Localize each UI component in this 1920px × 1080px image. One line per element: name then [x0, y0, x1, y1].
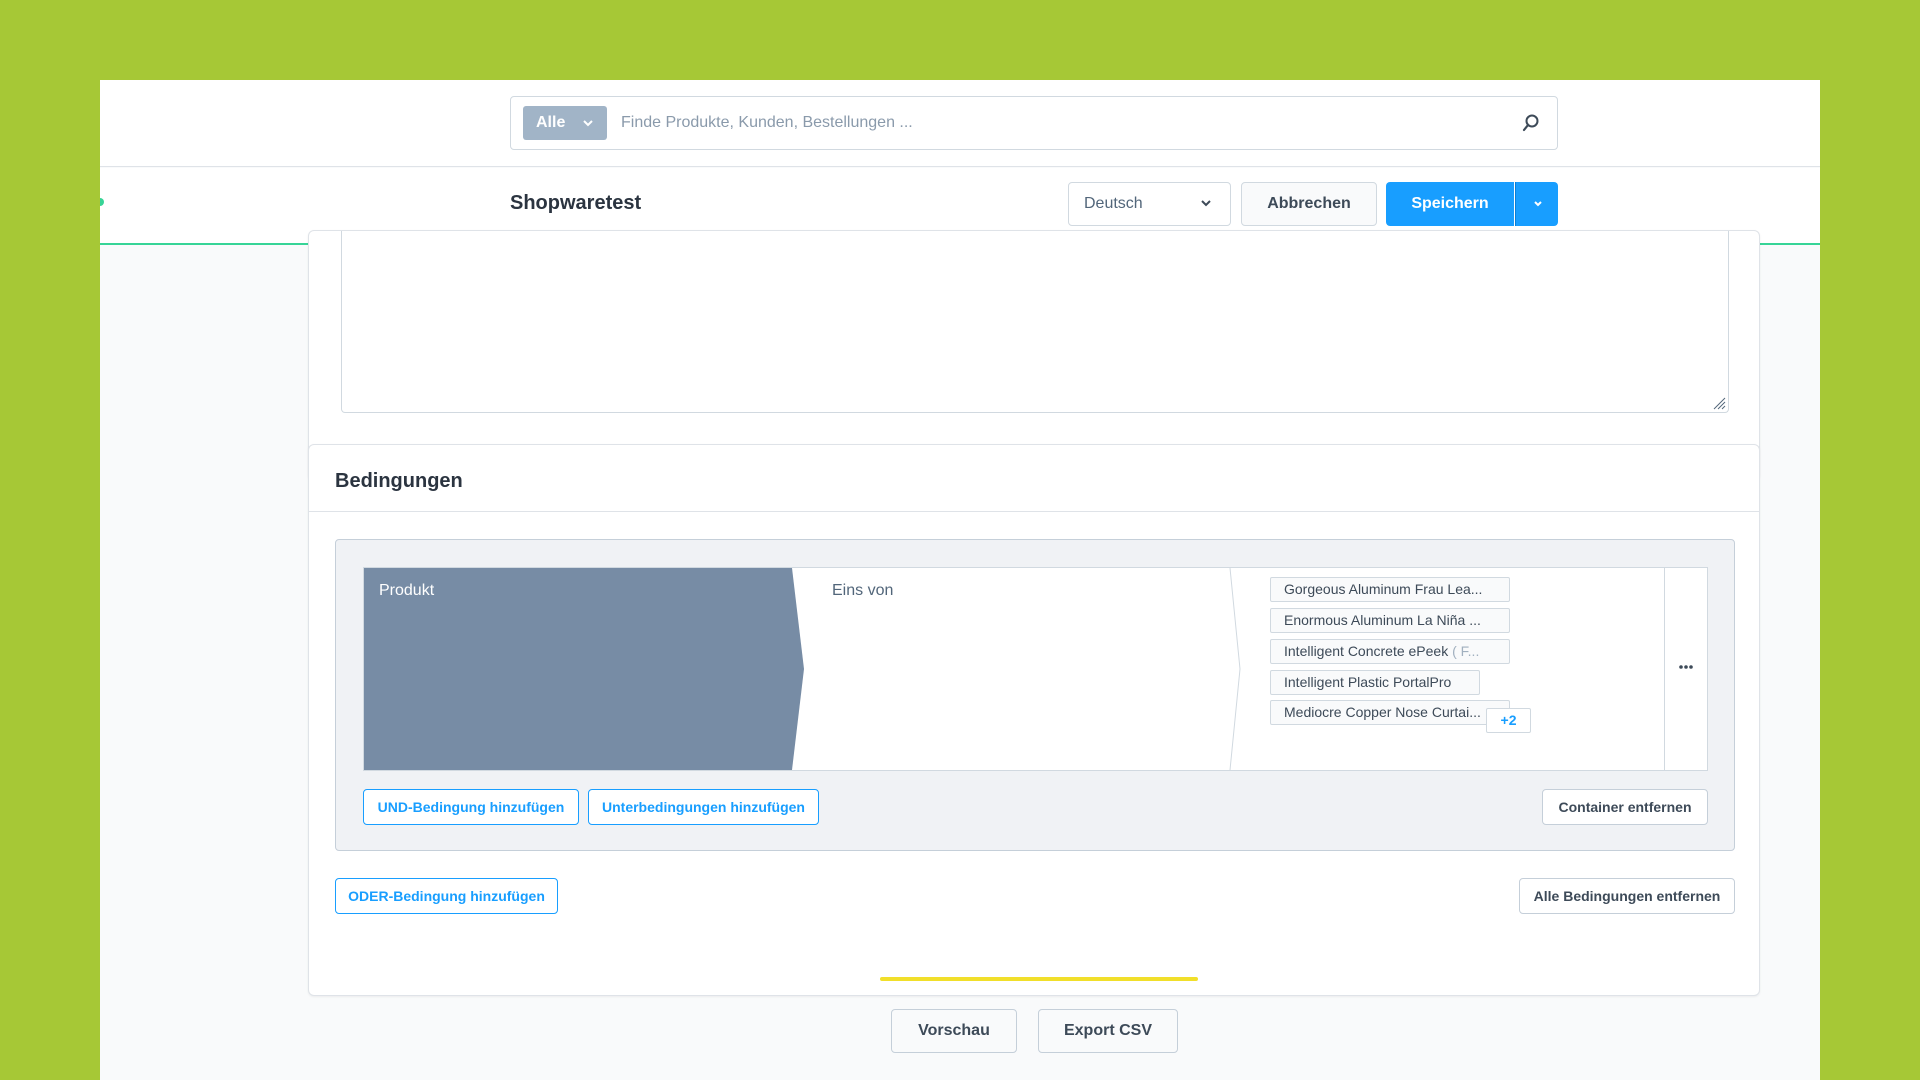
search-type-select[interactable]: Alle — [523, 106, 607, 140]
save-options-button[interactable] — [1515, 182, 1558, 226]
and-container: Produkt Eins von Gorgeous Aluminum Frau … — [335, 539, 1735, 851]
value-tag[interactable]: Gorgeous Aluminum Frau Lea... — [1270, 577, 1510, 602]
value-tag[interactable]: Enormous Aluminum La Niña ... — [1270, 608, 1510, 633]
conditions-card: Bedingungen Produkt Eins von Gorgeous Al… — [308, 444, 1760, 1053]
cancel-button[interactable]: Abbrechen — [1241, 182, 1377, 226]
add-subconditions-button[interactable]: Unterbedingungen hinzufügen — [588, 789, 819, 825]
description-card — [308, 230, 1760, 480]
value-tag[interactable]: Mediocre Copper Nose Curtai... — [1270, 700, 1510, 725]
conditions-title: Bedingungen — [309, 445, 1759, 512]
remove-all-conditions-button[interactable]: Alle Bedingungen entfernen — [1519, 878, 1735, 914]
value-tag[interactable]: Intelligent Concrete ePeek ( F... — [1270, 639, 1510, 664]
condition-field-select[interactable]: Produkt — [364, 568, 804, 770]
more-dots-icon — [1679, 665, 1693, 669]
add-or-condition-button[interactable]: ODER-Bedingung hinzufügen — [335, 878, 558, 914]
language-label: Deutsch — [1084, 195, 1143, 212]
admin-window: Alle Shopwaretest Deutsch Abbrechen Spei… — [100, 80, 1820, 1080]
add-and-condition-button[interactable]: UND-Bedingung hinzufügen — [363, 789, 579, 825]
export-csv-button[interactable]: Export CSV — [1038, 1009, 1178, 1053]
save-button[interactable]: Speichern — [1386, 182, 1514, 226]
condition-field-label: Produkt — [379, 582, 435, 599]
condition-row: Produkt Eins von Gorgeous Aluminum Frau … — [363, 567, 1708, 771]
chevron-down-icon — [1534, 201, 1542, 207]
remove-container-button[interactable]: Container entfernen — [1542, 789, 1708, 825]
more-values-badge[interactable]: +2 — [1486, 708, 1531, 733]
preview-button[interactable]: Vorschau — [891, 1009, 1017, 1053]
page-title: Shopwaretest — [510, 192, 642, 214]
search-icon[interactable] — [1521, 113, 1541, 133]
search-type-label: Alle — [536, 114, 566, 131]
language-select[interactable]: Deutsch — [1068, 182, 1231, 226]
value-tag[interactable]: Intelligent Plastic PortalPro — [1270, 670, 1480, 695]
chevron-down-icon — [583, 120, 593, 127]
condition-values-select[interactable]: Gorgeous Aluminum Frau Lea... Enormous A… — [1244, 568, 1664, 770]
separator-arrow — [1229, 568, 1241, 770]
search-header: Alle — [100, 80, 1820, 167]
condition-operator-label: Eins von — [832, 582, 894, 599]
search-input[interactable] — [621, 105, 1501, 141]
resize-handle-icon[interactable] — [1712, 396, 1726, 410]
condition-operator-select[interactable]: Eins von — [810, 568, 1242, 770]
condition-context-menu[interactable] — [1664, 568, 1707, 770]
highlight-underline — [880, 977, 1198, 981]
chevron-down-icon — [1201, 200, 1211, 207]
global-search: Alle — [510, 96, 1558, 150]
description-textarea[interactable] — [341, 231, 1729, 413]
